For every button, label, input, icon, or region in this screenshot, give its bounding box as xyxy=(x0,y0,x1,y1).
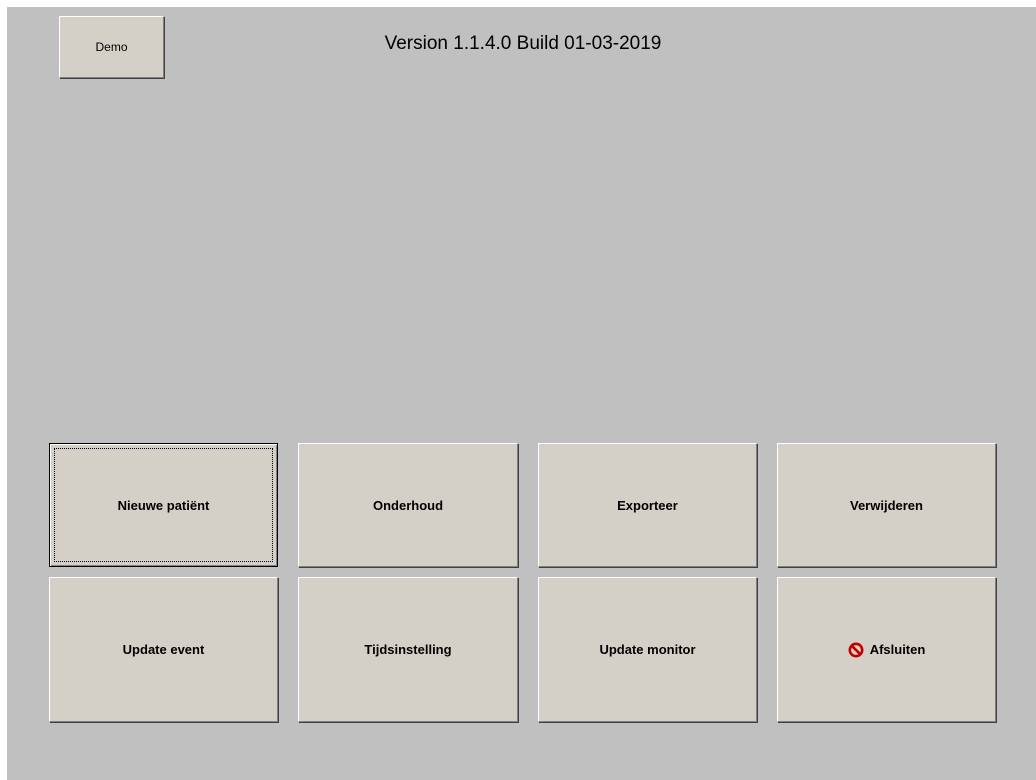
update-event-label: Update event xyxy=(122,642,205,657)
export-label: Exporteer xyxy=(617,497,678,513)
stop-icon xyxy=(848,642,864,657)
demo-button-label: Demo xyxy=(95,40,128,54)
time-settings-label: Tijdsinstelling xyxy=(364,642,452,657)
new-patient-label: Nieuwe patiënt xyxy=(117,497,210,513)
update-event-button[interactable]: Update event xyxy=(49,577,278,722)
new-patient-button[interactable]: Nieuwe patiënt xyxy=(49,443,278,567)
export-button[interactable]: Exporteer xyxy=(538,443,757,567)
delete-label: Verwijderen xyxy=(850,497,923,513)
update-monitor-button[interactable]: Update monitor xyxy=(538,577,757,722)
exit-button[interactable]: Afsluiten xyxy=(777,577,996,722)
update-monitor-label: Update monitor xyxy=(599,642,696,657)
exit-label: Afsluiten xyxy=(869,642,926,657)
main-window: Demo Version 1.1.4.0 Build 01-03-2019 Ni… xyxy=(7,7,1036,780)
maintenance-button[interactable]: Onderhoud xyxy=(298,443,518,567)
maintenance-label: Onderhoud xyxy=(372,497,444,513)
demo-button[interactable]: Demo xyxy=(59,16,164,78)
version-label: Version 1.1.4.0 Build 01-03-2019 xyxy=(384,33,662,54)
delete-button[interactable]: Verwijderen xyxy=(777,443,996,567)
time-settings-button[interactable]: Tijdsinstelling xyxy=(298,577,518,722)
